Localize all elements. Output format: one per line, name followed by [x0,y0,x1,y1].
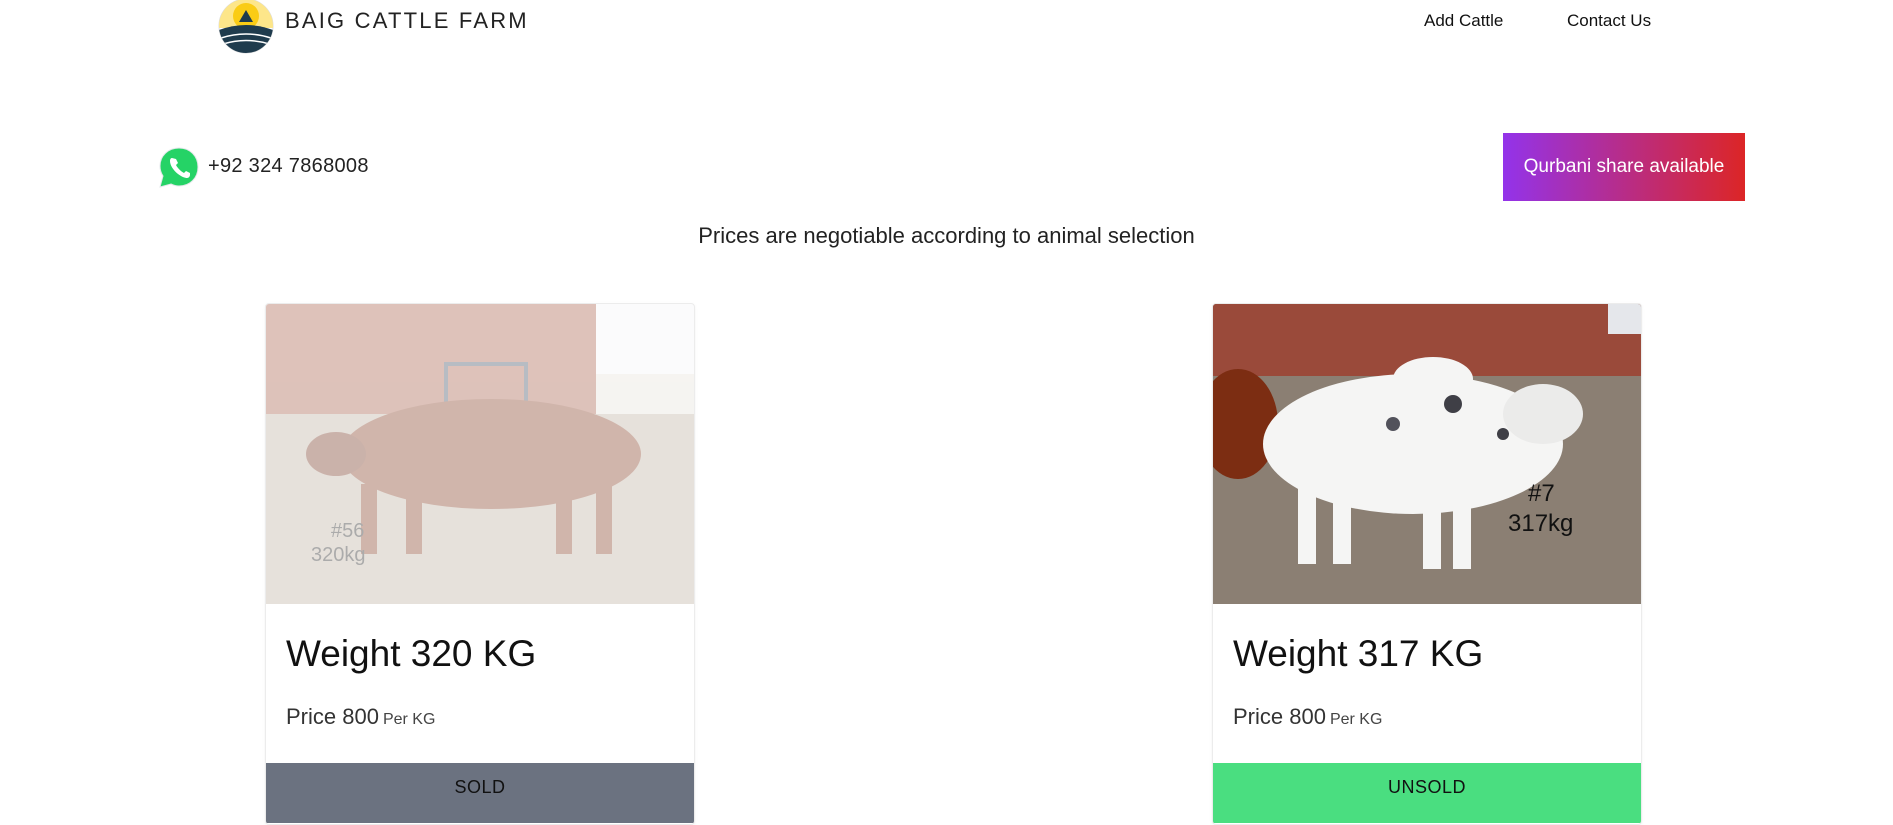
price-value: Price 800 [286,704,379,729]
price-unit: Per KG [1329,711,1383,728]
price-value: Price 800 [1233,704,1326,729]
brand-name[interactable]: BAIG CATTLE FARM [285,8,529,34]
status-badge[interactable]: SOLD [266,763,694,823]
nav-contact-us[interactable]: Contact Us [1567,11,1651,31]
price-unit: Per KG [382,711,436,728]
whatsapp-icon[interactable] [156,145,202,191]
photo-tag-number: #7 [1528,480,1555,507]
photo-tag-weight: 317kg [1508,510,1573,537]
photo-tag-number: #56 [331,520,364,542]
status-badge[interactable]: UNSOLD [1213,763,1641,823]
card-weight: Weight 320 KG [286,633,537,674]
card-price: Price 800 Per KG [1233,704,1382,730]
nav-add-cattle[interactable]: Add Cattle [1424,11,1503,31]
card-weight: Weight 317 KG [1233,633,1484,674]
farm-logo-icon[interactable] [217,0,275,54]
qurbani-share-button[interactable]: Qurbani share available [1503,133,1745,201]
cattle-photo-56: #56 320kg [266,304,694,604]
photo-tag-weight: 320kg [311,544,366,566]
card-price: Price 800 Per KG [286,704,435,730]
phone-number[interactable]: +92 324 7868008 [208,155,369,178]
cattle-photo-7: #7 317kg [1213,304,1641,604]
cattle-card-7[interactable]: #7 317kg Weight 317 KG Price 800 Per KG U… [1212,303,1642,825]
cattle-card-56[interactable]: #56 320kg Weight 320 KG Price 800 Per KG … [265,303,695,825]
negotiable-notice: Prices are negotiable according to anima… [698,223,1195,248]
